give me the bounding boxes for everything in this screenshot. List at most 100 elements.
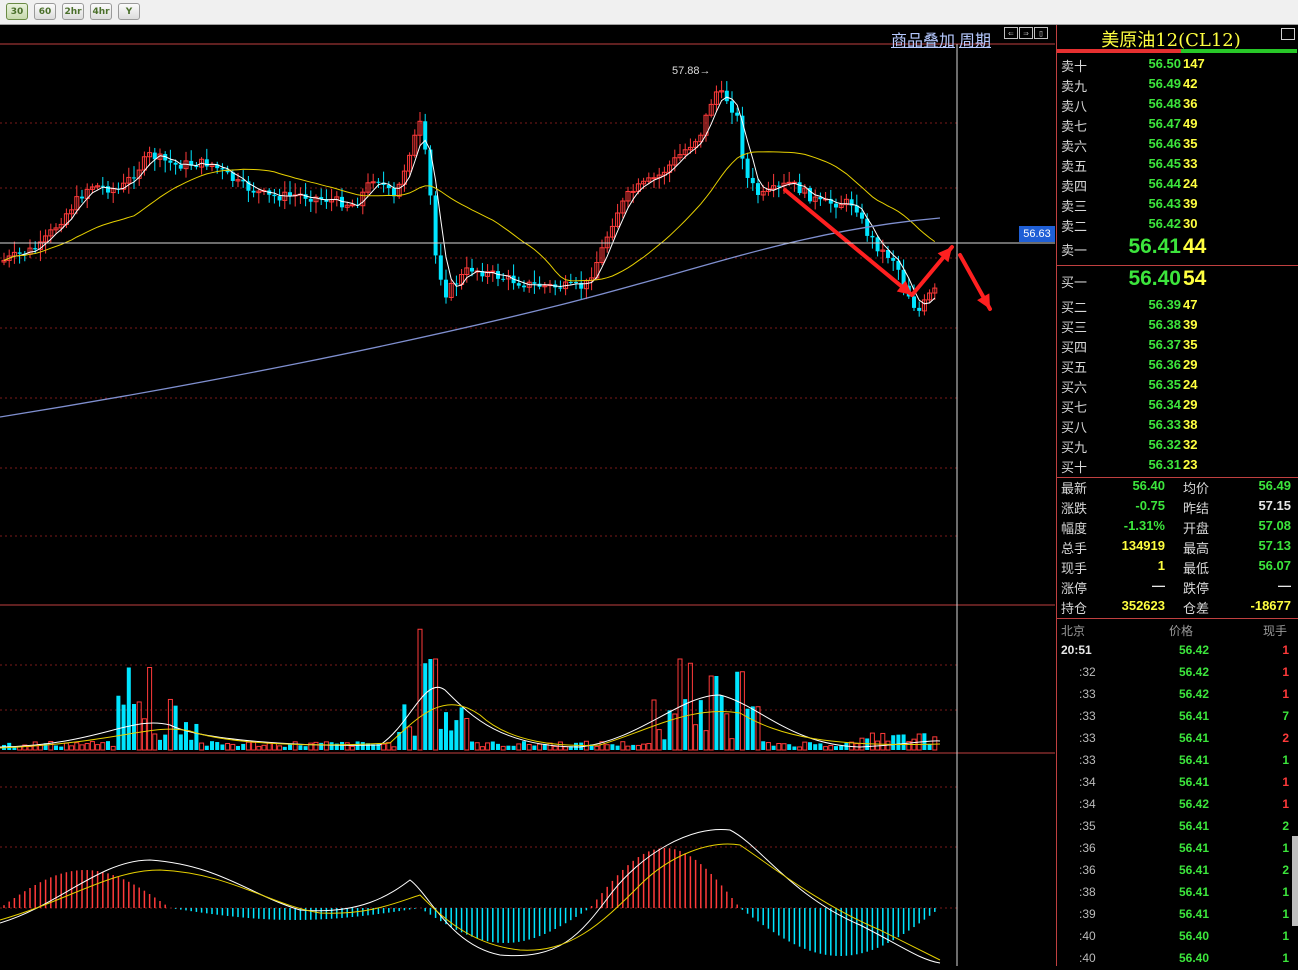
stat-label: 涨停 xyxy=(1061,582,1088,597)
tick-volume: 2 xyxy=(1282,819,1289,833)
level-price: 56.38 xyxy=(1148,317,1181,332)
tick-volume: 7 xyxy=(1282,709,1289,723)
volume-bar xyxy=(412,735,417,750)
chart-grid xyxy=(0,43,1055,909)
level-label: 卖一 xyxy=(1061,244,1088,259)
volume-bar xyxy=(496,743,500,750)
ask-level-best[interactable]: 卖一 56.41 44 xyxy=(1057,235,1298,264)
ask-level[interactable]: 卖七 56.47 49 xyxy=(1057,115,1298,135)
stat-label: 最高 xyxy=(1183,542,1210,557)
volume-bar xyxy=(225,743,231,751)
overlay-instrument-link[interactable]: 商品叠加 xyxy=(891,27,955,51)
candle-body xyxy=(17,252,22,254)
cycle-link[interactable]: 周期 xyxy=(959,27,991,51)
volume-bar xyxy=(230,743,236,751)
level-label: 卖九 xyxy=(1061,80,1088,95)
period-button-y[interactable]: Y xyxy=(118,3,140,20)
volume-bar xyxy=(615,745,620,750)
volume-bar xyxy=(703,730,709,751)
level-price: 56.43 xyxy=(1148,196,1181,211)
tick-list-scrollbar[interactable] xyxy=(1292,836,1298,926)
tick-time: :36 xyxy=(1079,841,1096,855)
period-button-2hr[interactable]: 2hr xyxy=(62,3,84,20)
tick-volume: 1 xyxy=(1282,841,1289,855)
candle-body xyxy=(272,194,277,197)
volume-bar xyxy=(340,741,344,750)
level-label: 卖六 xyxy=(1061,140,1088,155)
nav-left-icon[interactable]: ⇐ xyxy=(1004,27,1018,39)
tick-price: 56.41 xyxy=(1178,753,1209,767)
price-chart[interactable] xyxy=(0,25,1055,966)
level-label: 卖八 xyxy=(1061,100,1088,115)
tick-row: :34 56.41 1 xyxy=(1057,772,1298,794)
level-volume: 23 xyxy=(1183,457,1198,472)
bid-level[interactable]: 买九 56.32 32 xyxy=(1057,436,1298,456)
bid-level[interactable]: 买六 56.35 24 xyxy=(1057,376,1298,396)
volume-bar xyxy=(251,741,257,751)
level-label: 买三 xyxy=(1061,321,1088,336)
volume-bar xyxy=(438,728,443,750)
stat-value: 134919 xyxy=(1121,538,1165,553)
bid-level[interactable]: 买十 56.31 23 xyxy=(1057,456,1298,476)
volume-bar xyxy=(776,743,782,751)
ask-level[interactable]: 卖十 56.50 147 xyxy=(1057,55,1298,75)
volume-bar xyxy=(449,730,454,750)
volume-bar xyxy=(136,701,142,751)
bid-level[interactable]: 买四 56.37 35 xyxy=(1057,336,1298,356)
tick-header-price: 价格 xyxy=(1169,624,1194,638)
level-label: 卖二 xyxy=(1061,220,1088,235)
candle-body xyxy=(860,212,864,219)
stat-value: -0.75 xyxy=(1135,498,1165,513)
sentiment-bar-red xyxy=(1057,49,1181,53)
ask-level[interactable]: 卖三 56.43 39 xyxy=(1057,195,1298,215)
level-volume: 54 xyxy=(1183,267,1207,290)
volume-bar xyxy=(319,742,324,750)
nav-fit-icon[interactable]: ▯ xyxy=(1034,27,1048,39)
ask-level[interactable]: 卖八 56.48 36 xyxy=(1057,95,1298,115)
level-price: 56.31 xyxy=(1148,457,1181,472)
volume-bar xyxy=(220,744,225,750)
stat-row: 持仓 352623 仓差 -18677 xyxy=(1057,597,1298,617)
candle-body xyxy=(516,283,521,286)
volume-bar xyxy=(303,746,308,750)
bid-level[interactable]: 买八 56.33 38 xyxy=(1057,416,1298,436)
level-volume: 24 xyxy=(1183,377,1198,392)
ask-level[interactable]: 卖六 56.46 35 xyxy=(1057,135,1298,155)
bid-level[interactable]: 买三 56.38 39 xyxy=(1057,316,1298,336)
volume-bar xyxy=(516,743,522,751)
volume-bar xyxy=(625,745,631,751)
candle-body xyxy=(756,183,760,195)
level-volume: 39 xyxy=(1183,317,1198,332)
ask-level[interactable]: 卖九 56.49 42 xyxy=(1057,75,1298,95)
level-label: 卖五 xyxy=(1061,160,1088,175)
volume-bar xyxy=(349,745,355,751)
tick-time: :33 xyxy=(1079,709,1096,723)
stat-label: 昨结 xyxy=(1183,502,1210,517)
ask-level[interactable]: 卖五 56.45 33 xyxy=(1057,155,1298,175)
period-button-4hr[interactable]: 4hr xyxy=(90,3,112,20)
tick-volume: 1 xyxy=(1282,775,1289,789)
tick-header-time: 北京 xyxy=(1061,624,1086,638)
volume-bar xyxy=(506,745,511,750)
window-icon[interactable] xyxy=(1281,28,1295,40)
bid-level[interactable]: 买七 56.34 29 xyxy=(1057,396,1298,416)
period-button-30[interactable]: 30 xyxy=(6,3,28,20)
period-button-60[interactable]: 60 xyxy=(34,3,56,20)
volume-bar xyxy=(386,742,392,751)
candle-body xyxy=(724,90,729,102)
bid-level[interactable]: 买二 56.39 47 xyxy=(1057,296,1298,316)
volume-bar xyxy=(459,707,464,750)
bid-level[interactable]: 买五 56.36 29 xyxy=(1057,356,1298,376)
tick-volume: 1 xyxy=(1282,665,1289,679)
stat-row: 最新 56.40 均价 56.49 xyxy=(1057,477,1298,497)
volume-bar xyxy=(470,741,474,750)
tick-price: 56.41 xyxy=(1178,819,1209,833)
tick-price: 56.41 xyxy=(1178,907,1209,921)
nav-right-icon[interactable]: ⇒ xyxy=(1019,27,1033,39)
bid-level-best[interactable]: 买一 56.40 54 xyxy=(1057,267,1298,296)
level-label: 买五 xyxy=(1061,361,1088,376)
instrument-title-bar: 美原油12(CL12) xyxy=(1057,25,1298,51)
ask-level[interactable]: 卖四 56.44 24 xyxy=(1057,175,1298,195)
level-volume: 36 xyxy=(1183,96,1198,111)
ask-level[interactable]: 卖二 56.42 30 xyxy=(1057,215,1298,235)
